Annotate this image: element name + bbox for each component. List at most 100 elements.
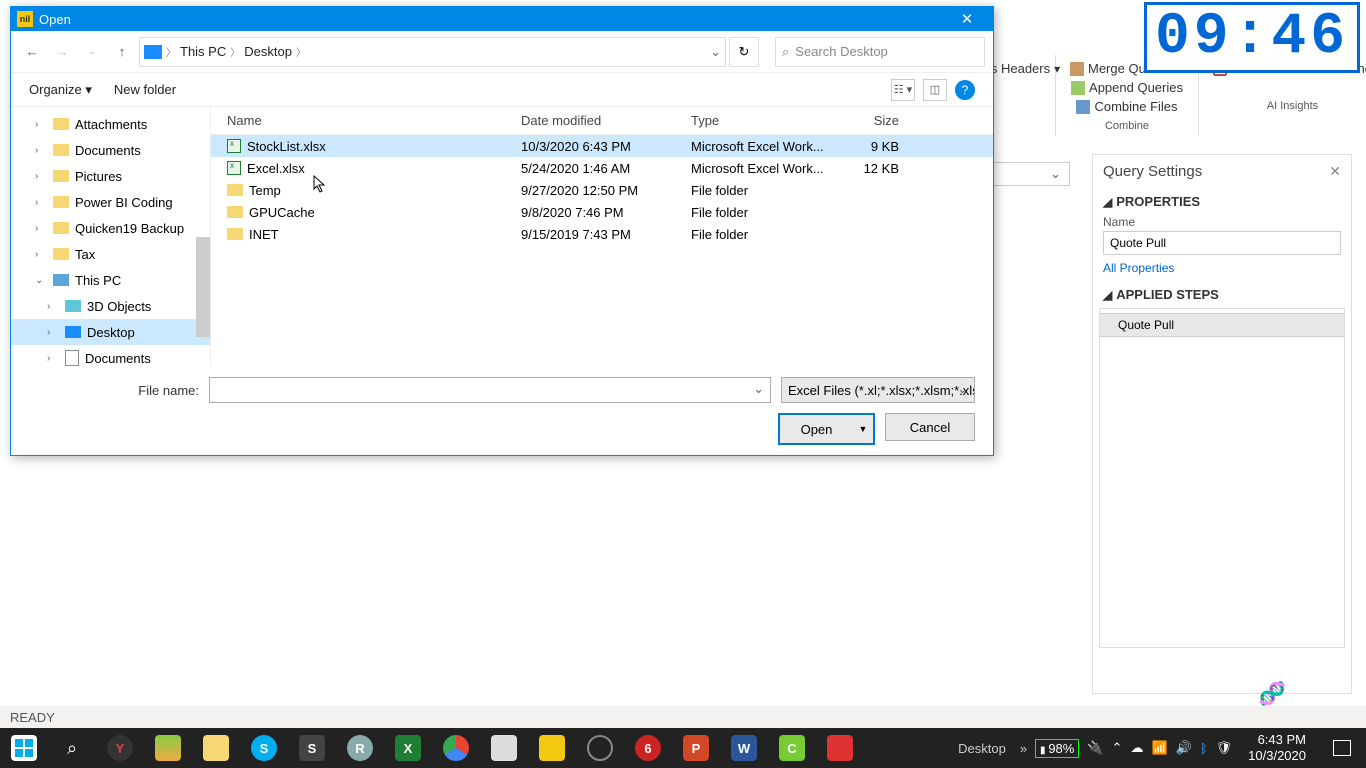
chevron-icon[interactable]: › — [35, 171, 47, 182]
onedrive-icon[interactable]: ☁ — [1130, 740, 1143, 756]
close-icon[interactable]: ✕ — [1329, 163, 1341, 180]
notifications-button[interactable] — [1322, 728, 1362, 768]
volume-icon[interactable]: 🔊 — [1176, 740, 1192, 756]
app-excel[interactable]: X — [384, 728, 432, 768]
tree-item[interactable]: ›Pictures — [11, 163, 210, 189]
chevron-icon[interactable]: › — [35, 119, 47, 130]
app-snagit[interactable]: S — [288, 728, 336, 768]
app-camtasia[interactable]: C — [768, 728, 816, 768]
refresh-button[interactable]: ↻ — [729, 37, 759, 67]
view-mode-button[interactable]: ☷ ▾ — [891, 79, 915, 101]
file-row[interactable]: INET9/15/2019 7:43 PMFile folder — [211, 223, 993, 245]
chevron-icon[interactable]: › — [35, 145, 47, 156]
file-row[interactable]: StockList.xlsx10/3/2020 6:43 PMMicrosoft… — [211, 135, 993, 157]
chevron-right-icon[interactable]: 〉 — [230, 44, 240, 59]
shield-icon[interactable]: 🛡 — [1216, 740, 1233, 756]
chevron-icon[interactable]: › — [47, 327, 59, 338]
preview-pane-button[interactable]: ◫ — [923, 79, 947, 101]
all-properties-link[interactable]: All Properties — [1103, 261, 1174, 275]
breadcrumb-desktop[interactable]: Desktop — [244, 44, 292, 59]
back-button[interactable]: ← — [19, 39, 45, 65]
up-button[interactable]: ↑ — [109, 39, 135, 65]
wifi-icon[interactable]: 📶 — [1151, 740, 1167, 756]
app-notes[interactable] — [480, 728, 528, 768]
search-input[interactable]: ⌕ Search Desktop — [775, 37, 985, 67]
new-folder-button[interactable]: New folder — [114, 82, 176, 98]
clock[interactable]: 6:43 PM 10/3/2020 — [1240, 732, 1314, 763]
scrollbar-thumb[interactable] — [196, 237, 210, 337]
organize-menu[interactable]: Organize ▾ — [29, 82, 92, 98]
tree-item[interactable]: ›Power BI Coding — [11, 189, 210, 215]
app-rec[interactable] — [816, 728, 864, 768]
tree-item[interactable]: ›Desktop — [11, 319, 210, 345]
app-yandex[interactable]: Y — [96, 728, 144, 768]
chevron-icon[interactable]: ⌄ — [35, 275, 47, 286]
taskbar[interactable]: ⌕ Y S S R X 6 P W C Desktop » ▮ 98% 🔌 ⌃ … — [0, 728, 1366, 768]
append-queries-button[interactable]: Append Queries — [1065, 78, 1189, 97]
app-powerpoint[interactable]: P — [672, 728, 720, 768]
file-row[interactable]: Excel.xlsx5/24/2020 1:46 AMMicrosoft Exc… — [211, 157, 993, 179]
breadcrumb-bar[interactable]: 〉 This PC 〉 Desktop 〉 ⌄ — [139, 37, 726, 67]
applied-step-item[interactable]: Quote Pull — [1100, 313, 1344, 337]
query-settings-title: Query Settings — [1103, 163, 1202, 180]
power-icon[interactable]: 🔌 — [1087, 740, 1103, 756]
recent-dropdown[interactable]: ⌄ — [79, 39, 105, 65]
file-row[interactable]: Temp9/27/2020 12:50 PMFile folder — [211, 179, 993, 201]
combine-files-button[interactable]: Combine Files — [1070, 97, 1183, 116]
tree-item[interactable]: ›Documents — [11, 137, 210, 163]
chevron-icon[interactable]: › — [35, 223, 47, 234]
help-button[interactable]: ? — [955, 80, 975, 100]
app-skype[interactable]: S — [240, 728, 288, 768]
query-name-input[interactable] — [1103, 231, 1341, 255]
bluetooth-icon[interactable]: ᛒ — [1200, 741, 1208, 756]
headers-button[interactable]: s Headers ▾ — [985, 59, 1066, 78]
app-circle[interactable] — [576, 728, 624, 768]
open-button-group: Open ▼ — [778, 413, 875, 445]
app-word[interactable]: W — [720, 728, 768, 768]
tray-chevron-icon[interactable]: ⌃ — [1112, 740, 1123, 756]
dialog-titlebar[interactable]: nil Open ✕ — [11, 7, 993, 31]
file-name-input[interactable] — [209, 377, 771, 403]
start-button[interactable] — [0, 728, 48, 768]
close-button[interactable]: ✕ — [947, 10, 987, 28]
app-chameleon[interactable] — [144, 728, 192, 768]
app-chrome[interactable] — [432, 728, 480, 768]
tree-item[interactable]: ›Quicken19 Backup — [11, 215, 210, 241]
folder-icon — [53, 196, 69, 208]
chevron-right-icon[interactable]: 〉 — [166, 44, 176, 59]
properties-header[interactable]: ◢ PROPERTIES — [1103, 194, 1341, 209]
chevron-icon[interactable]: › — [35, 197, 47, 208]
col-name[interactable]: Name — [211, 113, 521, 128]
search-taskbar[interactable]: ⌕ — [48, 728, 96, 768]
col-type[interactable]: Type — [691, 113, 831, 128]
file-row[interactable]: GPUCache9/8/2020 7:46 PMFile folder — [211, 201, 993, 223]
chevron-icon[interactable]: › — [47, 353, 59, 364]
desktop-label[interactable]: Desktop — [958, 741, 1006, 756]
tree-item[interactable]: ›Tax — [11, 241, 210, 267]
chevron-icon[interactable]: › — [35, 249, 47, 260]
file-name-label: File name: — [29, 383, 199, 398]
tree-item[interactable]: ›3D Objects — [11, 293, 210, 319]
open-button[interactable]: Open — [780, 415, 854, 443]
breadcrumb-this-pc[interactable]: This PC — [180, 44, 226, 59]
applied-steps-header[interactable]: ◢ APPLIED STEPS — [1103, 287, 1341, 302]
app-explorer[interactable] — [192, 728, 240, 768]
cancel-button[interactable]: Cancel — [885, 413, 975, 441]
app-powerbi[interactable] — [528, 728, 576, 768]
chevron-down-icon[interactable]: ⌄ — [710, 44, 721, 60]
column-headers[interactable]: Name Date modified Type Size — [211, 107, 993, 135]
chevron-icon[interactable]: › — [47, 301, 59, 312]
col-size[interactable]: Size — [831, 113, 911, 128]
col-date[interactable]: Date modified — [521, 113, 691, 128]
app-r[interactable]: R — [336, 728, 384, 768]
open-dropdown[interactable]: ▼ — [853, 415, 873, 443]
app-dragon[interactable]: 6 — [624, 728, 672, 768]
combine-group-label: Combine — [1105, 120, 1149, 132]
battery-indicator[interactable]: ▮ 98% — [1035, 739, 1079, 758]
navigation-tree[interactable]: ›Attachments›Documents›Pictures›Power BI… — [11, 107, 211, 367]
tree-item[interactable]: ›Documents — [11, 345, 210, 367]
tree-item[interactable]: ›Attachments — [11, 111, 210, 137]
chevron-right-icon[interactable]: 〉 — [296, 44, 306, 59]
file-type-filter[interactable]: Excel Files (*.xl;*.xlsx;*.xlsm;*.xlsb — [781, 377, 975, 403]
tree-item[interactable]: ⌄This PC — [11, 267, 210, 293]
